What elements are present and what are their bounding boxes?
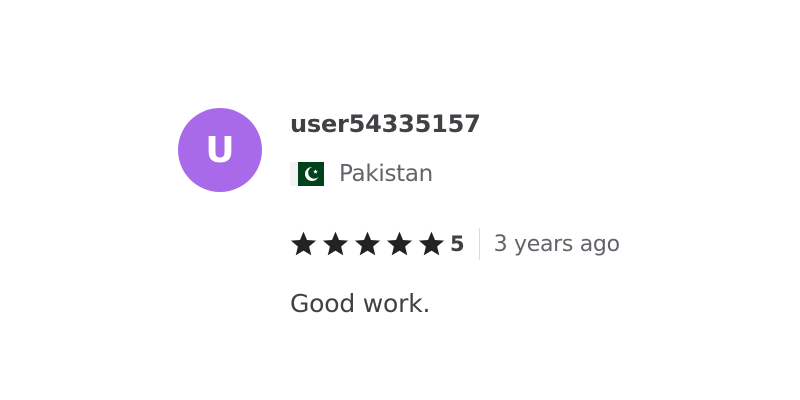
- country-row: Pakistan: [290, 160, 620, 188]
- star-icon: [386, 231, 413, 256]
- rating-value: 5: [450, 232, 465, 256]
- review-text: Good work.: [290, 289, 431, 318]
- country-name: Pakistan: [339, 161, 433, 187]
- review-card: U user54335157 Pakistan 5 3 years ago Go…: [178, 108, 620, 318]
- avatar-initial: U: [205, 129, 235, 171]
- review-time: 3 years ago: [493, 231, 620, 257]
- star-icon: [354, 231, 381, 256]
- star-icon: [290, 231, 317, 256]
- divider: [478, 228, 480, 260]
- avatar[interactable]: U: [178, 108, 262, 192]
- star-icon: [418, 231, 445, 256]
- pakistan-flag-icon: [290, 162, 324, 186]
- username[interactable]: user54335157: [290, 109, 620, 139]
- star-rating: [290, 231, 450, 257]
- review-content: user54335157 Pakistan 5 3 years ago Good…: [290, 108, 620, 318]
- rating-row: 5 3 years ago: [290, 228, 620, 260]
- star-icon: [322, 231, 349, 256]
